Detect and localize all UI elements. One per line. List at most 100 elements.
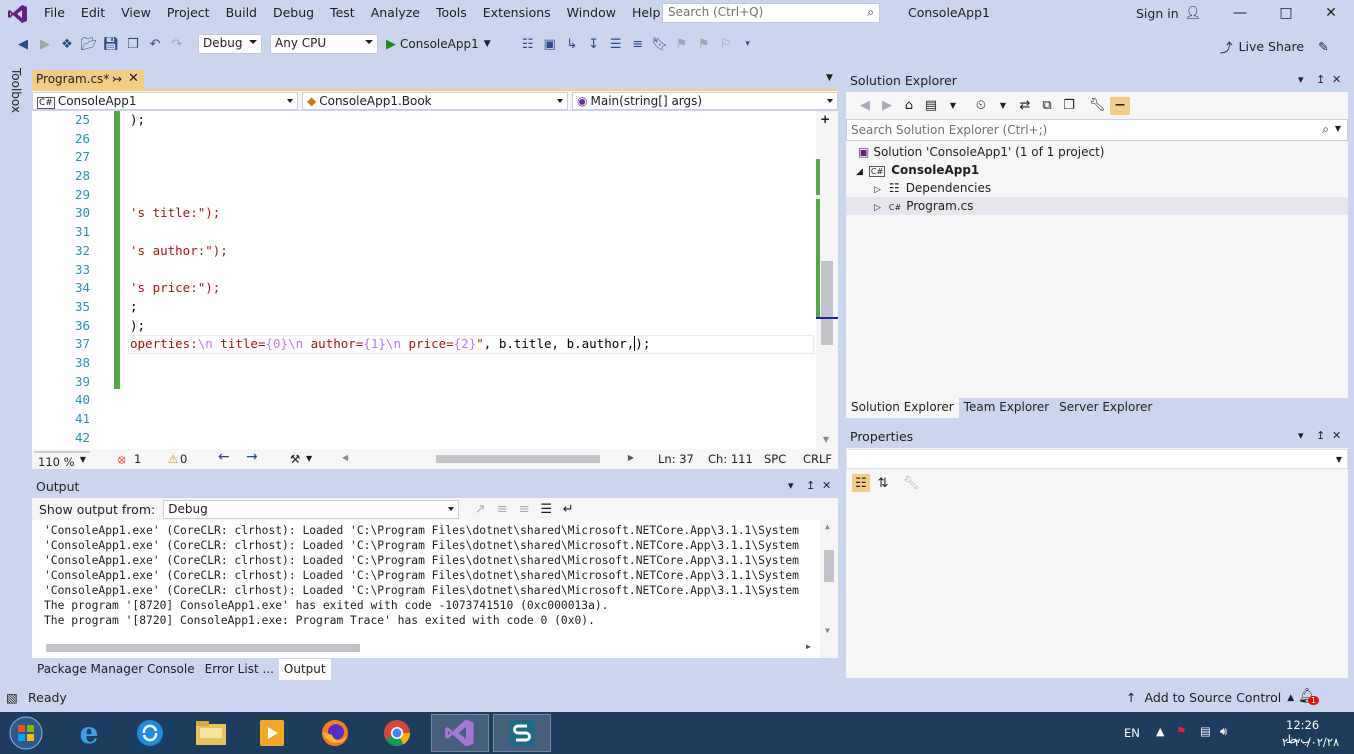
menu-test[interactable]: Test bbox=[322, 0, 363, 27]
output-hscroll-thumb[interactable] bbox=[46, 644, 360, 652]
screenshot-icon[interactable]: ▣ bbox=[541, 35, 559, 53]
scroll-right-icon[interactable]: ▶ bbox=[628, 453, 634, 462]
tree-dependencies-node[interactable]: ▷ ☷ Dependencies bbox=[874, 179, 991, 197]
output-text[interactable]: 'ConsoleApp1.exe' (CoreCLR: clrhost): Lo… bbox=[32, 520, 838, 658]
pane-menu-icon[interactable]: ▾ bbox=[1298, 429, 1304, 442]
undo-icon[interactable]: ↶ bbox=[146, 35, 164, 53]
tab-program-cs[interactable]: Program.cs* ↣ ✕ bbox=[32, 70, 144, 90]
configuration-select[interactable]: Debug bbox=[198, 34, 262, 54]
new-project-icon[interactable]: ❖ bbox=[58, 35, 76, 53]
pin-icon[interactable]: ↣ bbox=[112, 72, 122, 86]
preview-selected-icon[interactable]: ➖︎ bbox=[1110, 96, 1130, 115]
clear-all-icon[interactable]: ☰ bbox=[537, 500, 555, 518]
menu-tools[interactable]: Tools bbox=[428, 0, 475, 27]
browser-link-icon[interactable]: ☷ bbox=[519, 35, 537, 53]
start-debugging-button[interactable]: ▶ ConsoleApp1 ▼ bbox=[386, 37, 491, 52]
expanded-arrow-icon[interactable]: ◢ bbox=[856, 167, 863, 177]
sync-app-icon[interactable] bbox=[121, 714, 179, 752]
scroll-down-icon[interactable]: ▼ bbox=[823, 435, 829, 444]
close-icon[interactable]: ✕ bbox=[1332, 429, 1341, 442]
tree-project-node[interactable]: ◢ C# ConsoleApp1 bbox=[856, 161, 979, 179]
word-wrap-icon[interactable]: ↵ bbox=[559, 500, 577, 518]
back-icon[interactable]: ◀ bbox=[856, 97, 874, 115]
tab-team-explorer[interactable]: Team Explorer bbox=[959, 398, 1055, 418]
toolbox-tab[interactable]: Toolbox bbox=[6, 66, 26, 126]
menu-edit[interactable]: Edit bbox=[73, 0, 113, 27]
navigate-forward-icon[interactable]: ▶ bbox=[36, 35, 54, 53]
step-over-icon[interactable]: ↳ bbox=[563, 35, 581, 53]
find-message-icon[interactable]: ↗ bbox=[471, 500, 489, 518]
sign-in-link[interactable]: Sign in 👤︎ bbox=[1136, 6, 1201, 21]
file-explorer-icon[interactable] bbox=[182, 714, 240, 752]
pane-menu-icon[interactable]: ▾ bbox=[788, 479, 794, 492]
live-share-button[interactable]: ⤴ Live Share ✎ bbox=[1220, 37, 1329, 56]
tree-solution-node[interactable]: ▣ Solution 'ConsoleApp1' (1 of 1 project) bbox=[858, 143, 1104, 161]
bookmark-next-icon[interactable]: ⚑ bbox=[695, 35, 713, 53]
menu-project[interactable]: Project bbox=[159, 0, 218, 27]
code-editor[interactable]: 25 26 27 28 29 30 31 32 33 34 35 36 37 3… bbox=[32, 111, 838, 449]
split-icon[interactable]: ➕︎ bbox=[821, 113, 829, 127]
maximize-button[interactable]: □ bbox=[1263, 0, 1309, 27]
scroll-thumb[interactable] bbox=[821, 261, 833, 345]
menu-extensions[interactable]: Extensions bbox=[475, 0, 559, 27]
step-into-icon[interactable]: ↧ bbox=[585, 35, 603, 53]
pin-icon[interactable]: ↥ bbox=[1316, 73, 1325, 86]
search-input[interactable]: Search (Ctrl+Q) ⌕ bbox=[662, 3, 880, 23]
bookmark-icon[interactable]: 🔖︎ bbox=[651, 35, 669, 53]
volume-icon[interactable]: 🔊︎ bbox=[1220, 724, 1227, 739]
clock-date[interactable]: ۲۰۲۰/۰۲/۲۸ bbox=[1282, 735, 1339, 749]
navigate-back-icon[interactable]: ◀ bbox=[14, 35, 32, 53]
menu-window[interactable]: Window bbox=[559, 0, 624, 27]
collapsed-arrow-icon[interactable]: ▷ bbox=[874, 185, 881, 195]
tab-error-list[interactable]: Error List ... bbox=[200, 659, 279, 680]
menu-file[interactable]: File bbox=[36, 0, 73, 27]
brush-icon[interactable]: ⚒ bbox=[290, 452, 300, 466]
editor-horizontal-scrollbar[interactable]: ◀ ▶ bbox=[342, 453, 634, 465]
tab-package-manager-console[interactable]: Package Manager Console bbox=[32, 659, 200, 680]
feedback-icon[interactable]: ✎ bbox=[1318, 39, 1328, 54]
redo-icon[interactable]: ↷ bbox=[168, 35, 186, 53]
minimize-button[interactable]: — bbox=[1217, 0, 1263, 27]
bookmark-clear-icon[interactable]: ⚐ bbox=[717, 35, 735, 53]
close-button[interactable]: ✕ bbox=[1308, 0, 1354, 27]
firefox-icon[interactable] bbox=[306, 714, 364, 752]
switch-views-icon[interactable]: ▤ bbox=[922, 97, 940, 115]
properties-icon[interactable]: 🔧︎ bbox=[1088, 97, 1106, 115]
scroll-left-icon[interactable]: ◀ bbox=[342, 453, 348, 462]
output-vertical-scrollbar[interactable]: ▲ ▼ bbox=[820, 520, 838, 658]
tray-chevron-icon[interactable]: ▲ bbox=[1156, 725, 1164, 738]
object-select[interactable]: ▼ bbox=[846, 449, 1348, 469]
visual-studio-taskbar-icon[interactable] bbox=[431, 714, 489, 752]
pane-menu-icon[interactable]: ▾ bbox=[1298, 73, 1304, 86]
output-source-select[interactable]: Debug bbox=[163, 499, 460, 519]
menu-analyze[interactable]: Analyze bbox=[363, 0, 428, 27]
project-nav-combo[interactable]: C# ConsoleApp1 bbox=[32, 92, 298, 110]
pin-icon[interactable]: ↥ bbox=[1316, 429, 1325, 442]
prev-message-icon[interactable]: ≡ bbox=[493, 500, 511, 518]
source-control-button[interactable]: ↑ Add to Source Control ▲ bbox=[1126, 690, 1294, 705]
next-message-icon[interactable]: ≡ bbox=[515, 500, 533, 518]
notifications-button[interactable]: 🔔︎ 1 bbox=[1298, 688, 1320, 705]
close-icon[interactable]: ✕ bbox=[822, 479, 831, 492]
chevron-down-icon[interactable]: ▼ bbox=[306, 454, 312, 463]
collapse-all-icon[interactable]: ⧉ bbox=[1038, 97, 1056, 115]
tab-list-dropdown-icon[interactable]: ▼ bbox=[826, 73, 833, 83]
tab-solution-explorer[interactable]: Solution Explorer bbox=[846, 398, 959, 418]
solution-tree[interactable]: ▣ Solution 'ConsoleApp1' (1 of 1 project)… bbox=[846, 141, 1348, 398]
menu-debug[interactable]: Debug bbox=[265, 0, 322, 27]
close-icon[interactable]: ✕ bbox=[1332, 73, 1341, 86]
close-tab-icon[interactable]: ✕ bbox=[128, 71, 139, 86]
outdent-icon[interactable]: ☰ bbox=[607, 35, 625, 53]
media-player-icon[interactable] bbox=[243, 714, 301, 752]
open-file-icon[interactable]: 📂︎ bbox=[80, 35, 98, 53]
menu-view[interactable]: View bbox=[113, 0, 159, 27]
screen-recorder-icon[interactable] bbox=[493, 714, 551, 752]
action-center-icon[interactable]: ⚑ bbox=[1176, 724, 1186, 738]
scroll-thumb[interactable] bbox=[824, 550, 834, 582]
indent-icon[interactable]: ≡ bbox=[629, 35, 647, 53]
internet-explorer-icon[interactable]: e bbox=[60, 714, 118, 752]
save-all-icon[interactable]: ❒ bbox=[124, 35, 142, 53]
chevron-down-icon[interactable]: ▼ bbox=[1335, 124, 1341, 133]
arrow-right-icon[interactable]: → bbox=[246, 449, 258, 465]
chevron-down-icon[interactable]: ▼ bbox=[994, 97, 1012, 115]
